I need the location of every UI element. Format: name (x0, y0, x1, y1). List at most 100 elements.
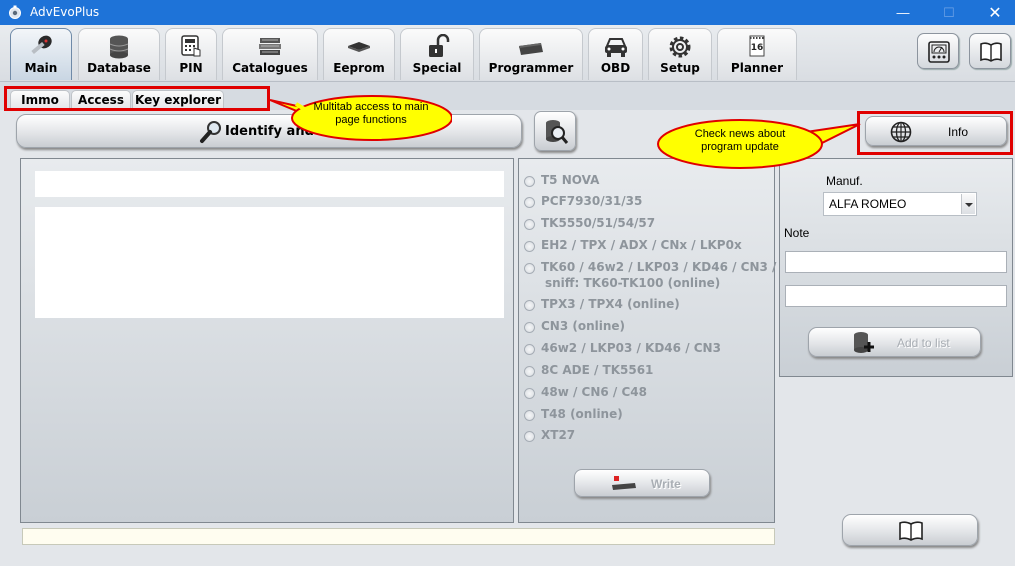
tab-programmer-label: Programmer (488, 61, 574, 75)
tab-programmer[interactable]: Programmer (479, 28, 583, 80)
write-button-label: Write (651, 477, 681, 491)
radio-label: T5 NOVA (541, 173, 600, 187)
close-icon[interactable]: ✕ (972, 0, 1015, 25)
add-to-list-button[interactable]: Add to list (808, 327, 981, 357)
note-field-2[interactable] (785, 285, 1007, 307)
radio-label: EH2 / TPX / ADX / CNx / LKP0x (541, 238, 742, 252)
radio-button[interactable] (524, 197, 535, 208)
tab-setup-label: Setup (660, 61, 700, 75)
books-icon (259, 38, 281, 55)
database-add-icon (854, 332, 874, 353)
manuf-value: ALFA ROMEO (829, 197, 907, 211)
main-toolbar: Main Database PIN Catalogues Eeprom Spec… (0, 25, 1015, 82)
tab-eeprom[interactable]: Eeprom (323, 28, 395, 80)
chip-icon (348, 42, 370, 52)
bottom-manual-button[interactable] (842, 514, 978, 546)
programmer-device-icon (519, 43, 543, 55)
app-icon (9, 5, 21, 19)
tab-database[interactable]: Database (78, 28, 160, 80)
padlock-icon (429, 34, 450, 57)
news-callout-text: Check news about program update (694, 128, 786, 153)
tab-catalogues[interactable]: Catalogues (222, 28, 318, 80)
maximize-icon[interactable]: ☐ (926, 0, 972, 25)
write-button[interactable]: Write (574, 469, 710, 497)
magnifier-icon (200, 121, 221, 143)
radio-xt27[interactable]: XT27 (524, 428, 575, 448)
radio-cn3-online[interactable]: CN3 (online) (524, 319, 625, 339)
radio-label: TPX3 / TPX4 (online) (541, 297, 680, 311)
tab-special[interactable]: Special (400, 28, 474, 80)
calendar-day: 16 (751, 43, 764, 53)
gear-icon (669, 36, 691, 58)
gauge-button[interactable] (917, 33, 959, 69)
key-icon (31, 35, 52, 55)
tab-special-label: Special (412, 61, 462, 75)
radio-button[interactable] (524, 431, 535, 442)
tab-database-label: Database (87, 61, 151, 75)
calendar-icon: 16 (749, 35, 765, 57)
tab-planner-label: Planner (730, 61, 784, 75)
minimize-icon[interactable]: — (880, 0, 926, 25)
subtabs-highlight (4, 86, 270, 111)
calculator-hand-icon (181, 35, 201, 57)
database-search-icon (546, 120, 569, 144)
radio-eh2[interactable]: EH2 / TPX / ADX / CNx / LKP0x (524, 238, 742, 258)
radio-tpx3[interactable]: TPX3 / TPX4 (online) (524, 297, 680, 317)
database-search-button[interactable] (534, 111, 576, 151)
database-icon (109, 35, 129, 59)
info-highlight (857, 111, 1013, 155)
radio-button[interactable] (524, 322, 535, 333)
radio-button[interactable] (524, 241, 535, 252)
radio-t5-nova[interactable]: T5 NOVA (524, 173, 599, 193)
tab-obd-label: OBD (600, 61, 631, 75)
status-bar (22, 528, 775, 545)
tab-main[interactable]: Main (10, 28, 72, 80)
radio-t48[interactable]: T48 (online) (524, 407, 623, 427)
book-icon (899, 521, 923, 541)
gauge-icon (928, 41, 950, 63)
tab-pin-label: PIN (179, 61, 203, 75)
tab-pin[interactable]: PIN (165, 28, 217, 80)
window-titlebar: AdvEvoPlus — ☐ ✕ (0, 0, 1015, 25)
radio-button[interactable] (524, 344, 535, 355)
window-title: AdvEvoPlus (30, 5, 100, 19)
tab-catalogues-label: Catalogues (232, 61, 308, 75)
radio-button[interactable] (524, 219, 535, 230)
radio-label: TK5550/51/54/57 (541, 216, 656, 230)
radio-button[interactable] (524, 263, 535, 274)
tab-obd[interactable]: OBD (588, 28, 643, 80)
radio-button[interactable] (524, 388, 535, 399)
note-field[interactable] (785, 251, 1007, 273)
radio-tk5550[interactable]: TK5550/51/54/57 (524, 216, 655, 236)
radio-48w[interactable]: 48w / CN6 / C48 (524, 385, 647, 405)
radio-label: PCF7930/31/35 (541, 194, 643, 208)
radio-label: CN3 (online) (541, 319, 626, 333)
radio-8c-ade[interactable]: 8C ADE / TK5561 (524, 363, 653, 383)
identify-details-box (35, 207, 504, 318)
radio-46w2[interactable]: 46w2 / LKP03 / KD46 / CN3 (524, 341, 721, 361)
car-icon (604, 38, 627, 57)
radio-label: T48 (online) (541, 407, 623, 421)
radio-tk60[interactable]: TK60 / 46w2 / LKP03 / KD46 / CN3 / XT27 s… (524, 260, 815, 296)
chevron-down-icon[interactable] (961, 194, 975, 214)
write-icon (612, 476, 636, 490)
radio-label: 8C ADE / TK5561 (541, 363, 654, 377)
tab-main-label: Main (24, 61, 58, 75)
radio-button[interactable] (524, 366, 535, 377)
radio-sublabel: sniff: TK60-TK100 (online) (545, 276, 721, 290)
radio-pcf7930[interactable]: PCF7930/31/35 (524, 194, 642, 214)
manuf-label: Manuf. (826, 174, 863, 188)
tab-setup[interactable]: Setup (648, 28, 712, 80)
radio-label: XT27 (541, 428, 576, 442)
note-label: Note (784, 226, 810, 240)
radio-label: 48w / CN6 / C48 (541, 385, 647, 399)
book-icon (980, 42, 1002, 62)
radio-button[interactable] (524, 410, 535, 421)
add-to-list-label: Add to list (897, 336, 950, 350)
tab-planner[interactable]: 16 Planner (717, 28, 797, 80)
radio-button[interactable] (524, 300, 535, 311)
tab-eeprom-label: Eeprom (333, 61, 385, 75)
manual-button[interactable] (969, 33, 1011, 69)
radio-button[interactable] (524, 176, 535, 187)
manuf-dropdown[interactable]: ALFA ROMEO (823, 192, 977, 216)
